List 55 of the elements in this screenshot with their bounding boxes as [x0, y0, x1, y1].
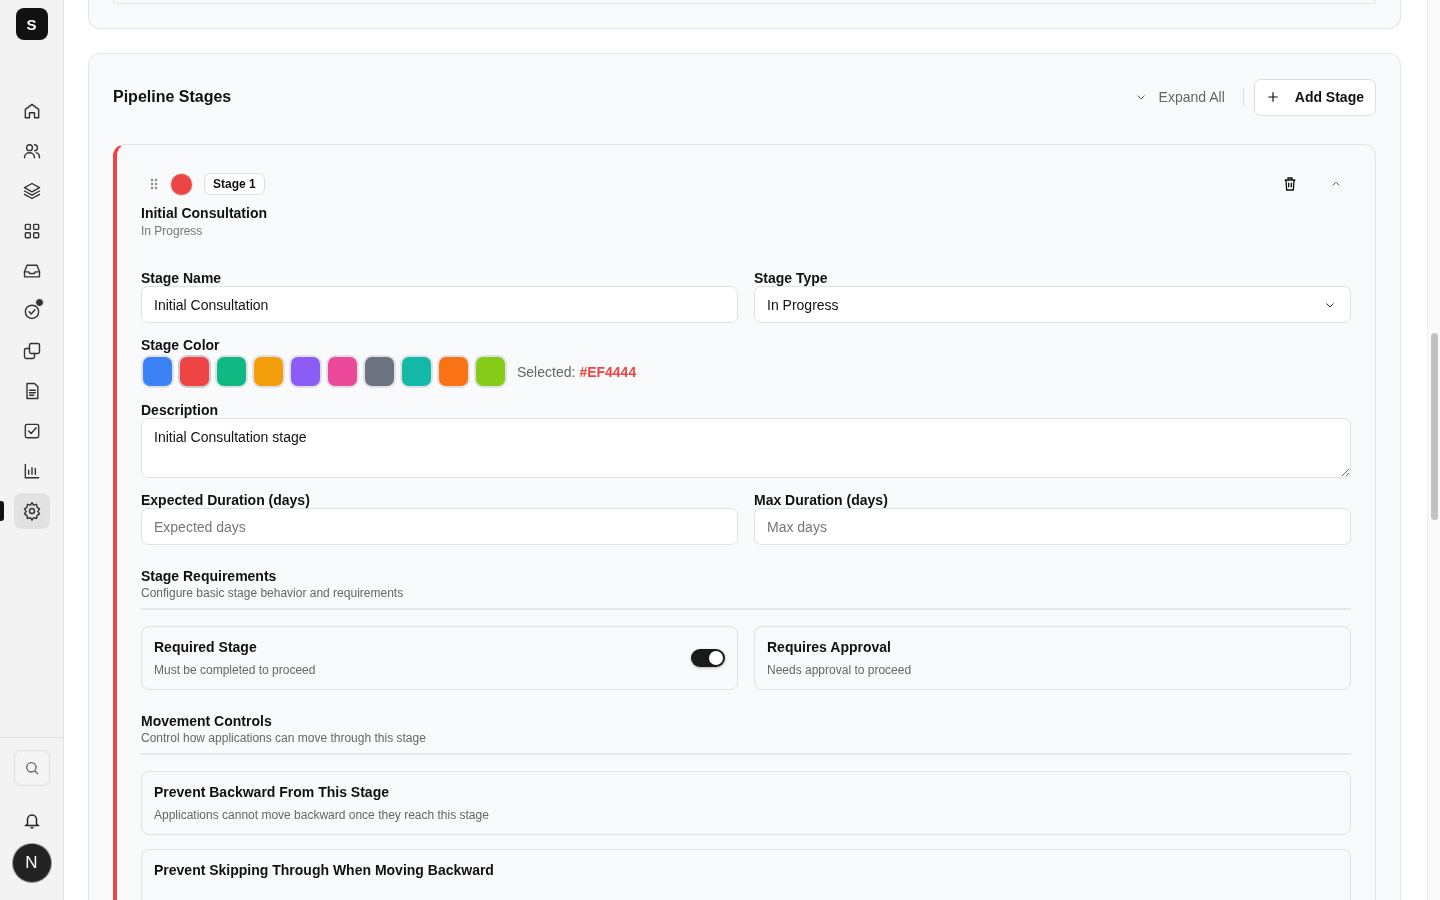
section-title: Pipeline Stages: [113, 88, 232, 106]
description-field[interactable]: Initial Consultation stage: [141, 418, 1351, 478]
color-swatch[interactable]: [328, 357, 357, 386]
color-swatch[interactable]: [291, 357, 320, 386]
color-swatch[interactable]: [254, 357, 283, 386]
stage-type: In Progress: [141, 224, 204, 238]
field-label: Expected Duration (days): [141, 492, 311, 508]
bell-icon[interactable]: [22, 812, 41, 830]
selected-color-value: #EF4444: [579, 363, 637, 380]
section-heading: Movement Controls: [141, 713, 273, 729]
color-swatch[interactable]: [217, 357, 246, 386]
color-swatch[interactable]: [476, 357, 505, 386]
max-duration-field[interactable]: Max days: [754, 508, 1351, 545]
expand-all-button[interactable]: Expand All: [1126, 83, 1233, 111]
toggle-switch[interactable]: [691, 649, 725, 667]
option-description: Must be completed to proceed: [154, 663, 316, 677]
section-description: Control how applications can move through this stage: [141, 731, 427, 745]
section-heading: Stage Requirements: [141, 568, 278, 584]
color-swatch[interactable]: [402, 357, 431, 386]
color-swatch[interactable]: [180, 357, 209, 386]
inbox-icon: [21, 261, 42, 281]
stage-name: Initial Consultation: [141, 205, 268, 221]
field-label: Max Duration (days): [754, 492, 889, 508]
stage-badge: Stage 1: [204, 173, 265, 195]
selected-color-label: Selected:: [517, 363, 576, 380]
option-description: Applications cannot move backward once they reach this stage: [154, 808, 489, 822]
field-label: Stage Color: [141, 337, 221, 353]
option-title: Prevent Skipping Through When Moving Backward: [154, 862, 494, 878]
users-icon: [21, 141, 42, 161]
field-label: Stage Type: [754, 270, 829, 286]
copy-icon: [21, 341, 42, 361]
option-title: Requires Approval: [767, 639, 892, 655]
stage-type-select[interactable]: In Progress: [754, 286, 1351, 323]
avatar[interactable]: N: [12, 844, 51, 882]
trash-icon[interactable]: [1282, 176, 1298, 192]
layers-icon: [21, 181, 42, 201]
search-icon: [23, 760, 40, 776]
section-description: Configure basic stage behavior and requirements: [141, 586, 405, 600]
expected-duration-field[interactable]: Expected days: [141, 508, 738, 545]
scrollbar[interactable]: [1427, 0, 1440, 900]
color-swatch[interactable]: [143, 357, 172, 386]
option-title: Prevent Backward From This Stage: [154, 784, 390, 800]
color-swatch[interactable]: [365, 357, 394, 386]
option-description: Needs approval to proceed: [767, 663, 912, 677]
color-swatch[interactable]: [439, 357, 468, 386]
app-logo[interactable]: S: [15, 8, 48, 40]
field-label: Stage Name: [141, 270, 223, 286]
plus-icon: [1265, 90, 1280, 104]
option-title: Required Stage: [154, 639, 258, 655]
stage-name-field[interactable]: Initial Consultation: [141, 286, 738, 323]
search-button[interactable]: [13, 750, 50, 786]
settings-icon: [21, 501, 42, 521]
drag-handle-icon[interactable]: [149, 177, 159, 191]
field-label: Description: [141, 402, 219, 418]
add-stage-button[interactable]: Add Stage: [1253, 78, 1376, 116]
